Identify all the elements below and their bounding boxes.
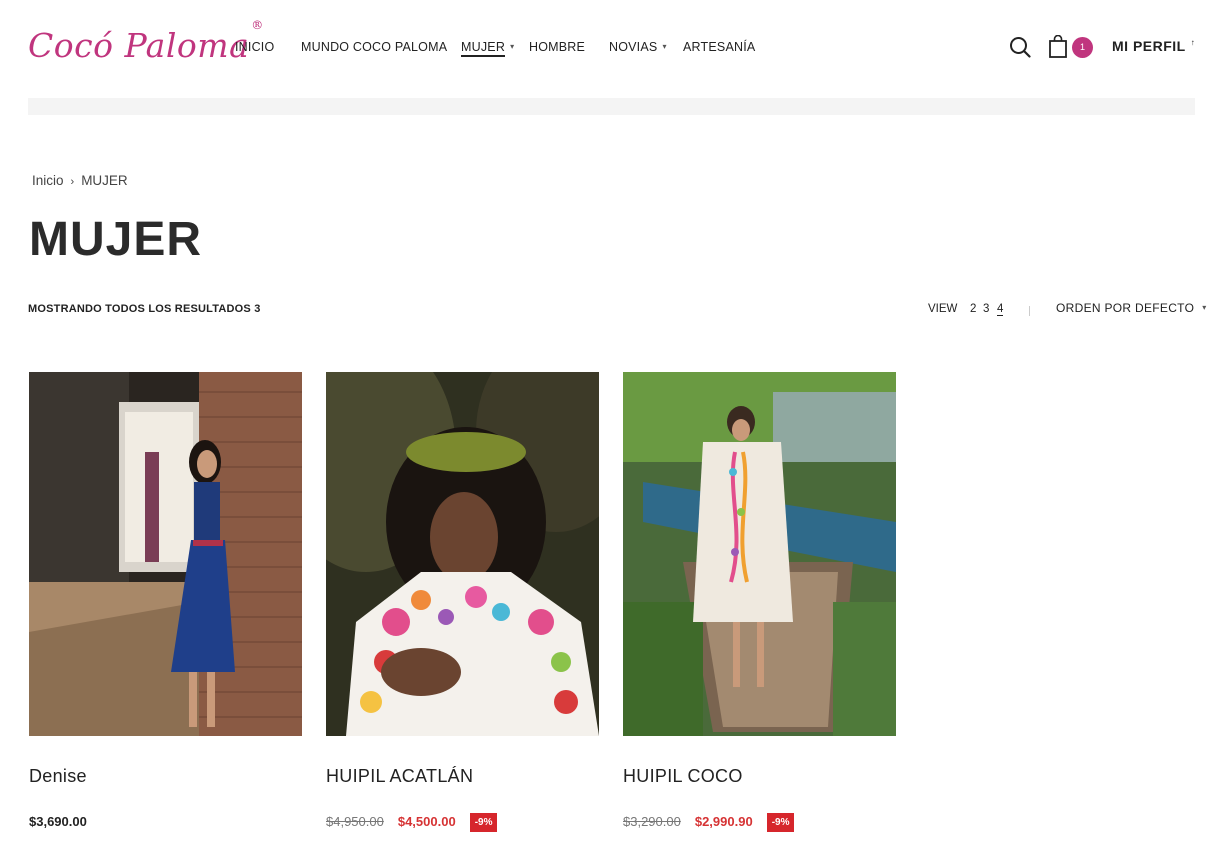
toolbar-divider <box>1029 306 1030 316</box>
view-label: VIEW <box>928 303 958 315</box>
search-icon[interactable] <box>1009 36 1031 58</box>
product-image[interactable] <box>623 372 896 736</box>
product-name[interactable]: HUIPIL COCO <box>623 766 743 787</box>
nav-item-artesania[interactable]: ARTESANÍA <box>683 40 755 54</box>
profile-menu[interactable]: MI PERFIL ↑ <box>1112 38 1195 54</box>
breadcrumb-current: MUJER <box>81 173 128 188</box>
product-name[interactable]: Denise <box>29 766 87 787</box>
nav-label: ARTESANÍA <box>683 40 756 54</box>
chevron-down-icon: ▾ <box>510 42 515 51</box>
sort-label: ORDEN POR DEFECTO <box>1056 301 1195 315</box>
product-old-price: $4,950.00 <box>326 814 384 829</box>
nav-item-mundo-coco-paloma[interactable]: MUNDO COCO PALOMA <box>301 40 447 54</box>
brand-logo[interactable]: Cocó Paloma® <box>28 18 264 65</box>
price-row: $4,950.00 $4,500.00 -9% <box>326 813 498 835</box>
logo-text: Cocó Paloma <box>28 26 250 65</box>
product-image[interactable] <box>326 372 599 736</box>
profile-label: MI PERFIL <box>1112 38 1186 54</box>
nav-label: NOVIAS <box>609 40 658 54</box>
nav-item-hombre[interactable]: HOMBRE <box>529 40 585 54</box>
results-count: MOSTRANDO TODOS LOS RESULTADOS 3 <box>28 303 261 315</box>
product-old-price: $3,290.00 <box>623 814 681 829</box>
nav-item-inicio[interactable]: INICIO <box>235 40 274 54</box>
product-sale-price: $2,990.90 <box>694 814 753 829</box>
product-card[interactable]: Denise $3,690.00 <box>29 372 302 829</box>
sort-dropdown[interactable]: ORDEN POR DEFECTO ▾ <box>1056 301 1207 315</box>
nav-item-mujer[interactable]: MUJER ▾ <box>461 40 515 57</box>
profile-mark: ↑ <box>1190 38 1196 48</box>
nav-label: MUNDO COCO PALOMA <box>301 40 448 54</box>
price-row: $3,290.00 $2,990.90 -9% <box>623 813 795 835</box>
product-sale-price: $4,500.00 <box>397 814 456 829</box>
product-name[interactable]: HUIPIL ACATLÁN <box>326 766 473 787</box>
discount-badge: -9% <box>766 813 795 832</box>
chevron-down-icon: ▾ <box>662 42 667 51</box>
product-price: $3,690.00 <box>29 814 87 829</box>
nav-label: INICIO <box>235 40 275 54</box>
chevron-down-icon: ▾ <box>1202 303 1207 312</box>
discount-badge: -9% <box>469 813 498 832</box>
price-row: $3,690.00 <box>29 813 87 835</box>
announcement-bar <box>28 98 1195 115</box>
view-option-4[interactable]: 4 <box>997 303 1004 316</box>
view-option-3[interactable]: 3 <box>983 303 989 315</box>
logo-mark: ® <box>251 18 264 32</box>
product-image[interactable] <box>29 372 302 736</box>
shopping-bag-icon[interactable] <box>1048 35 1068 59</box>
product-card[interactable]: HUIPIL COCO $3,290.00 $2,990.90 -9% <box>623 372 896 832</box>
breadcrumb: Inicio › MUJER <box>32 173 128 188</box>
cart-count-badge: 1 <box>1072 37 1093 58</box>
site-header: Cocó Paloma® INICIO MUNDO COCO PALOMA MU… <box>0 0 1211 96</box>
page-title: MUJER <box>29 213 203 266</box>
product-card[interactable]: HUIPIL ACATLÁN $4,950.00 $4,500.00 -9% <box>326 372 599 832</box>
view-option-2[interactable]: 2 <box>970 303 976 315</box>
breadcrumb-separator: › <box>70 176 75 188</box>
breadcrumb-home-link[interactable]: Inicio <box>32 173 64 188</box>
nav-label: MUJER <box>461 40 506 57</box>
nav-label: HOMBRE <box>529 40 586 54</box>
nav-item-novias[interactable]: NOVIAS ▾ <box>609 40 667 54</box>
